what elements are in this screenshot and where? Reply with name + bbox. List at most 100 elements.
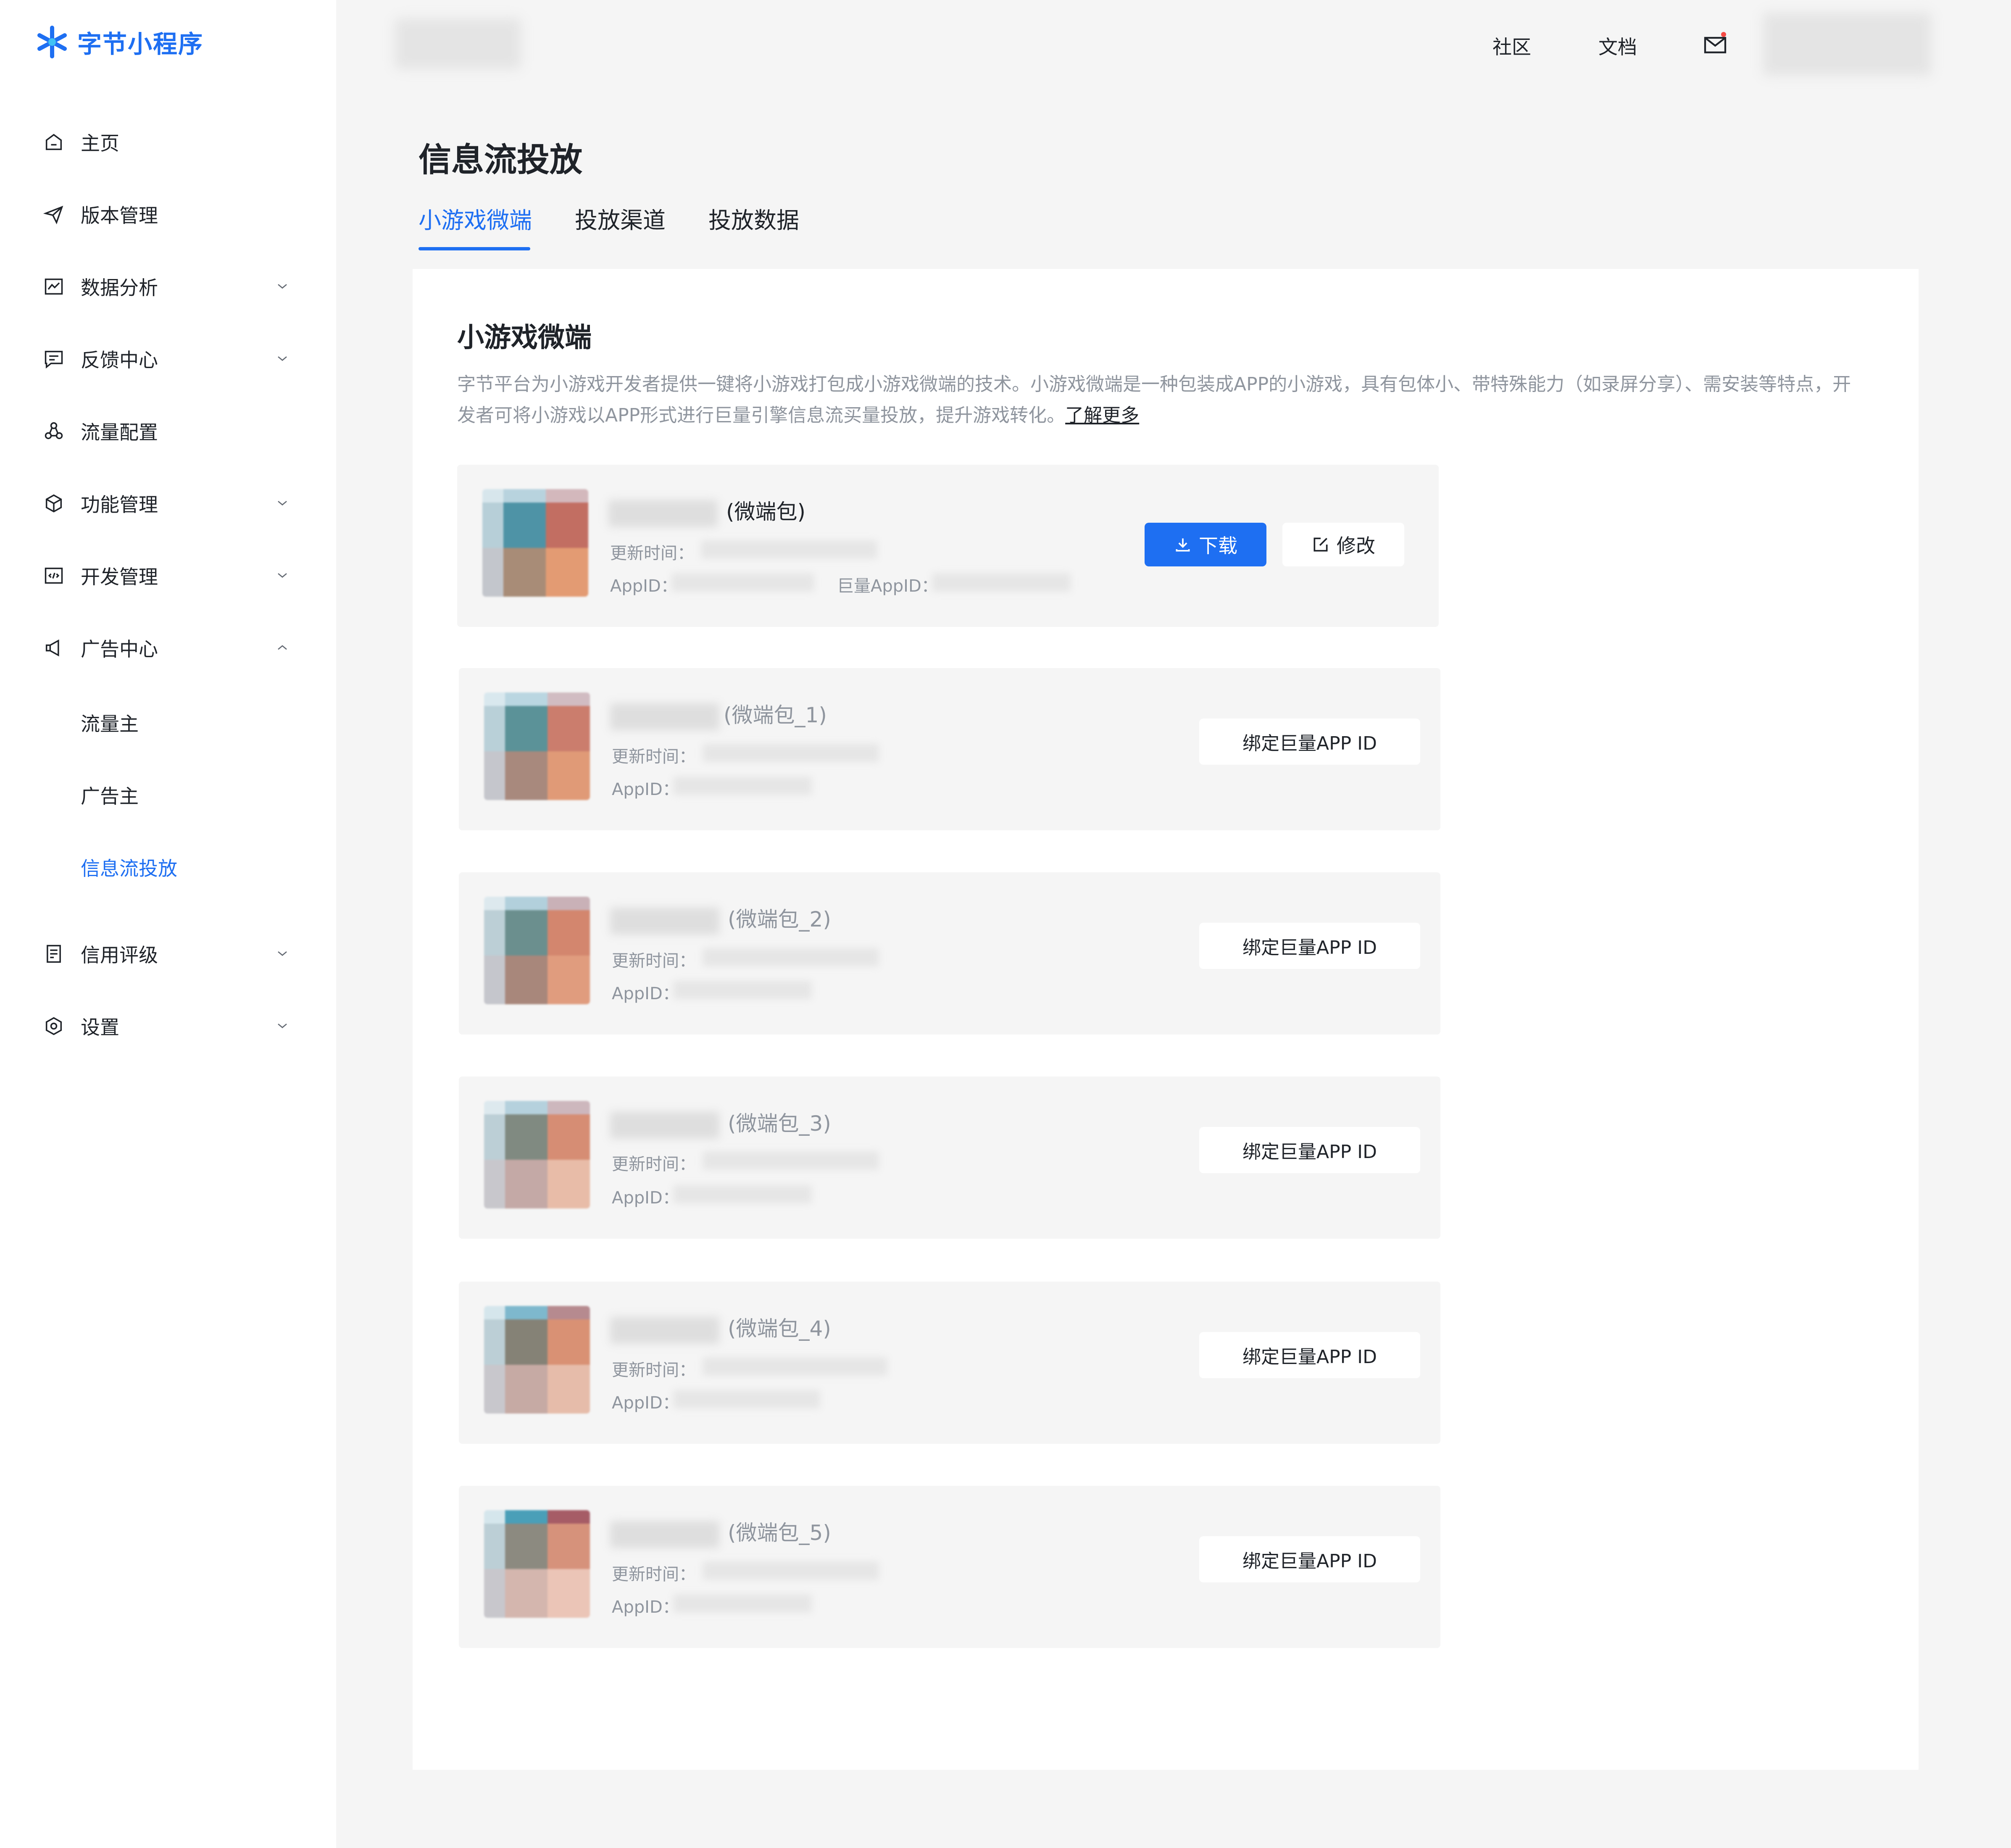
package-name: (微端包_4) (728, 1316, 831, 1341)
top-bar: 社区 文档 (336, 0, 2011, 88)
send-icon (42, 203, 66, 226)
sidebar: 字节小程序 主页 版本管理 数据分析 反馈中心 流量配置 功能管理 开发管理 广… (0, 0, 336, 1848)
sidebar-item-development[interactable]: 开发管理 (0, 550, 336, 601)
chevron-down-icon[interactable] (274, 1018, 291, 1035)
sidebar-item-settings[interactable]: 设置 (0, 1001, 336, 1051)
appid-label: AppID： (612, 780, 679, 799)
chevron-down-icon[interactable] (274, 278, 291, 295)
redacted-app-name (395, 18, 521, 69)
redacted-juliang-appid (932, 573, 1071, 592)
edit-label: 修改 (1337, 534, 1375, 557)
redacted-appid (673, 981, 812, 999)
chevron-down-icon[interactable] (274, 945, 291, 962)
edit-icon (1313, 537, 1328, 552)
game-thumbnail (484, 897, 590, 1004)
sidebar-item-feedback[interactable]: 反馈中心 (0, 334, 336, 384)
community-link[interactable]: 社区 (1492, 32, 1531, 60)
sidebar-item-label: 信用评级 (81, 944, 158, 966)
redacted-game-name (610, 908, 719, 935)
sidebar-item-label: 流量主 (81, 713, 139, 735)
client-package-card: (微端包_3) 更新时间： AppID： 绑定巨量APP ID (459, 1077, 1440, 1239)
package-name: (微端包_1) (724, 703, 827, 727)
bind-juliang-appid-button[interactable]: 绑定巨量APP ID (1199, 1536, 1420, 1582)
chart-icon (42, 275, 66, 298)
bind-juliang-appid-button[interactable]: 绑定巨量APP ID (1199, 1127, 1420, 1173)
client-package-card: (微端包_5) 更新时间： AppID： 绑定巨量APP ID (459, 1486, 1440, 1648)
chevron-down-icon[interactable] (274, 350, 291, 367)
sidebar-item-traffic[interactable]: 流量配置 (0, 406, 336, 456)
update-time-label: 更新时间： (610, 544, 694, 563)
sidebar-item-analytics[interactable]: 数据分析 (0, 261, 336, 312)
content-panel: 小游戏微端 字节平台为小游戏开发者提供一键将小游戏打包成小游戏微端的技术。小游戏… (413, 269, 1919, 1770)
redacted-game-name (608, 500, 718, 527)
appid-label: AppID： (610, 577, 678, 596)
sidebar-item-label: 信息流投放 (81, 857, 177, 880)
message-icon (42, 347, 66, 371)
app-logo[interactable]: 字节小程序 (34, 24, 203, 60)
list-icon (42, 942, 66, 966)
redacted-update-time (703, 1561, 879, 1580)
learn-more-link[interactable]: 了解更多 (1065, 405, 1139, 426)
redacted-game-name (610, 1521, 719, 1548)
appid-label: AppID： (612, 1188, 679, 1208)
client-package-card: (微端包_2) 更新时间： AppID： 绑定巨量APP ID (459, 872, 1440, 1035)
game-thumbnail (484, 1306, 590, 1414)
game-thumbnail (482, 489, 588, 597)
tab-delivery-data[interactable]: 投放数据 (708, 202, 799, 235)
redacted-game-name (610, 1317, 719, 1344)
redacted-avatar[interactable] (1763, 13, 1931, 76)
tab-mini-game-client[interactable]: 小游戏微端 (419, 202, 532, 235)
redacted-game-name (610, 703, 719, 730)
bind-juliang-appid-button[interactable]: 绑定巨量APP ID (1199, 1332, 1420, 1378)
game-thumbnail (484, 1101, 590, 1208)
sidebar-item-label: 版本管理 (81, 204, 158, 227)
cube-icon (42, 492, 66, 515)
active-tab-indicator (419, 247, 530, 250)
appid-label: AppID： (612, 1393, 679, 1413)
sidebar-item-label: 反馈中心 (81, 349, 158, 371)
sidebar-item-label: 功能管理 (81, 493, 158, 516)
game-thumbnail (484, 692, 590, 800)
appid-label: AppID： (612, 1598, 679, 1617)
redacted-update-time (703, 1151, 879, 1170)
sidebar-item-label: 广告中心 (81, 638, 158, 661)
redacted-update-time (701, 540, 877, 559)
chevron-down-icon[interactable] (274, 567, 291, 584)
sidebar-item-label: 数据分析 (81, 276, 158, 299)
sidebar-item-version[interactable]: 版本管理 (0, 189, 336, 240)
chevron-down-icon[interactable] (274, 495, 291, 512)
section-title: 小游戏微端 (457, 322, 592, 353)
docs-link[interactable]: 文档 (1598, 32, 1637, 60)
redacted-update-time (703, 1357, 887, 1376)
share-icon (42, 419, 66, 443)
package-name: (微端包_2) (728, 907, 831, 932)
download-button[interactable]: 下载 (1145, 523, 1266, 566)
sidebar-item-label: 流量配置 (81, 421, 158, 444)
home-icon (42, 130, 66, 154)
bind-juliang-appid-button[interactable]: 绑定巨量APP ID (1199, 923, 1420, 969)
chevron-up-icon[interactable] (274, 640, 291, 656)
download-label: 下载 (1199, 534, 1237, 557)
update-time-label: 更新时间： (612, 1565, 696, 1584)
redacted-appid (673, 1390, 820, 1408)
sidebar-item-ad-center[interactable]: 广告中心 (0, 623, 336, 673)
sidebar-item-label: 主页 (81, 132, 119, 155)
sidebar-item-credit[interactable]: 信用评级 (0, 929, 336, 979)
update-time-label: 更新时间： (612, 951, 696, 971)
update-time-label: 更新时间： (612, 747, 696, 766)
sidebar-item-label: 设置 (81, 1016, 119, 1039)
page-title: 信息流投放 (419, 141, 583, 179)
code-icon (42, 564, 66, 587)
sidebar-subitem-feed-ads[interactable]: 信息流投放 (0, 842, 336, 892)
megaphone-icon (42, 636, 66, 660)
package-name: (微端包_5) (728, 1521, 831, 1545)
bind-juliang-appid-button[interactable]: 绑定巨量APP ID (1199, 719, 1420, 765)
tab-channels[interactable]: 投放渠道 (575, 202, 666, 235)
juliang-appid-label: 巨量AppID： (837, 577, 938, 596)
appid-label: AppID： (612, 984, 679, 1003)
sidebar-item-home[interactable]: 主页 (0, 117, 336, 167)
edit-button[interactable]: 修改 (1282, 523, 1404, 566)
sidebar-item-features[interactable]: 功能管理 (0, 478, 336, 529)
sidebar-subitem-publisher[interactable]: 流量主 (0, 698, 336, 748)
sidebar-subitem-advertiser[interactable]: 广告主 (0, 770, 336, 820)
